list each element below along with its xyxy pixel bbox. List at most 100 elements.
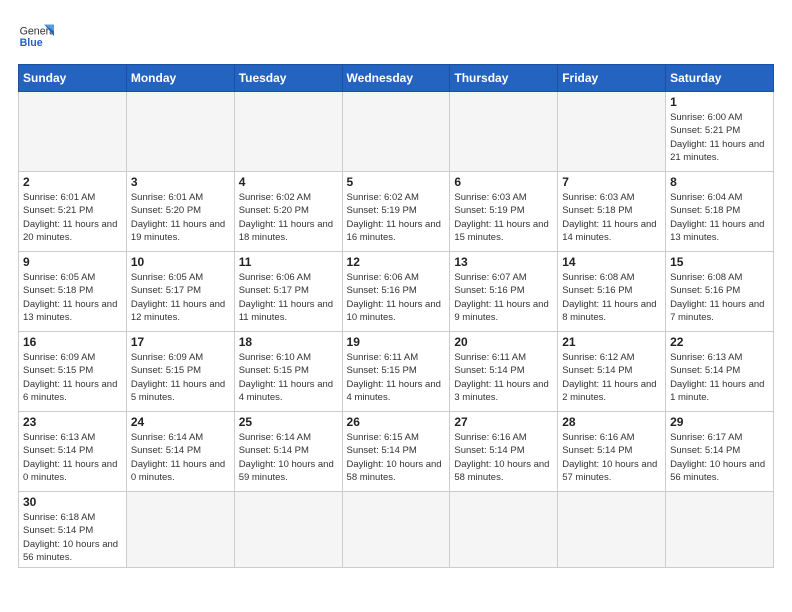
calendar-day-cell: 23 Sunrise: 6:13 AM Sunset: 5:14 PM Dayli… [19,412,127,492]
day-number: 24 [131,415,230,429]
day-number: 3 [131,175,230,189]
day-number: 17 [131,335,230,349]
day-info: Sunrise: 6:13 AM Sunset: 5:14 PM Dayligh… [670,351,769,404]
day-number: 12 [347,255,446,269]
day-number: 11 [239,255,338,269]
header: General Blue [18,18,774,54]
day-number: 30 [23,495,122,509]
day-number: 22 [670,335,769,349]
day-info: Sunrise: 6:15 AM Sunset: 5:14 PM Dayligh… [347,431,446,484]
calendar-day-cell [342,92,450,172]
weekday-header-friday: Friday [558,65,666,92]
calendar-week-row: 1 Sunrise: 6:00 AM Sunset: 5:21 PM Daylig… [19,92,774,172]
weekday-header-tuesday: Tuesday [234,65,342,92]
calendar-day-cell [666,492,774,568]
calendar-day-cell: 4Sunrise: 6:02 AM Sunset: 5:20 PM Daylig… [234,172,342,252]
day-number: 29 [670,415,769,429]
calendar-day-cell [450,492,558,568]
weekday-header-saturday: Saturday [666,65,774,92]
day-number: 1 [670,95,769,109]
calendar-day-cell: 14 Sunrise: 6:08 AM Sunset: 5:16 PM Dayli… [558,252,666,332]
day-info: Sunrise: 6:11 AM Sunset: 5:14 PM Dayligh… [454,351,553,404]
day-info: Sunrise: 6:07 AM Sunset: 5:16 PM Dayligh… [454,271,553,324]
day-number: 19 [347,335,446,349]
day-info: Sunrise: 6:03 AM Sunset: 5:18 PM Dayligh… [562,191,661,244]
calendar-day-cell: 3 Sunrise: 6:01 AM Sunset: 5:20 PM Daylig… [126,172,234,252]
calendar-day-cell: 27 Sunrise: 6:16 AM Sunset: 5:14 PM Dayli… [450,412,558,492]
calendar-day-cell [234,492,342,568]
day-info: Sunrise: 6:16 AM Sunset: 5:14 PM Dayligh… [562,431,661,484]
logo: General Blue [18,18,54,54]
day-info: Sunrise: 6:16 AM Sunset: 5:14 PM Dayligh… [454,431,553,484]
calendar-day-cell: 29 Sunrise: 6:17 AM Sunset: 5:14 PM Dayli… [666,412,774,492]
day-info: Sunrise: 6:08 AM Sunset: 5:16 PM Dayligh… [562,271,661,324]
day-info: Sunrise: 6:10 AM Sunset: 5:15 PM Dayligh… [239,351,338,404]
calendar-day-cell [126,492,234,568]
calendar-day-cell: 25Sunrise: 6:14 AM Sunset: 5:14 PM Dayli… [234,412,342,492]
calendar-day-cell [126,92,234,172]
calendar-day-cell: 9Sunrise: 6:05 AM Sunset: 5:18 PM Daylig… [19,252,127,332]
calendar-day-cell: 15 Sunrise: 6:08 AM Sunset: 5:16 PM Dayli… [666,252,774,332]
day-number: 16 [23,335,122,349]
calendar-day-cell: 2 Sunrise: 6:01 AM Sunset: 5:21 PM Daylig… [19,172,127,252]
day-number: 15 [670,255,769,269]
day-info: Sunrise: 6:14 AM Sunset: 5:14 PM Dayligh… [239,431,338,484]
calendar-header-row: SundayMondayTuesdayWednesdayThursdayFrid… [19,65,774,92]
day-number: 21 [562,335,661,349]
day-info: Sunrise: 6:17 AM Sunset: 5:14 PM Dayligh… [670,431,769,484]
calendar-day-cell: 6Sunrise: 6:03 AM Sunset: 5:19 PM Daylig… [450,172,558,252]
day-number: 9 [23,255,122,269]
weekday-header-thursday: Thursday [450,65,558,92]
calendar-day-cell: 13Sunrise: 6:07 AM Sunset: 5:16 PM Dayli… [450,252,558,332]
calendar-day-cell: 10 Sunrise: 6:05 AM Sunset: 5:17 PM Dayli… [126,252,234,332]
day-number: 27 [454,415,553,429]
day-number: 18 [239,335,338,349]
day-info: Sunrise: 6:05 AM Sunset: 5:17 PM Dayligh… [131,271,230,324]
page: General Blue SundayMondayTuesdayWednesda… [0,0,792,578]
day-info: Sunrise: 6:01 AM Sunset: 5:20 PM Dayligh… [131,191,230,244]
day-number: 7 [562,175,661,189]
calendar-week-row: 9Sunrise: 6:05 AM Sunset: 5:18 PM Daylig… [19,252,774,332]
calendar-week-row: 23 Sunrise: 6:13 AM Sunset: 5:14 PM Dayli… [19,412,774,492]
calendar-day-cell: 1 Sunrise: 6:00 AM Sunset: 5:21 PM Daylig… [666,92,774,172]
calendar-week-row: 16 Sunrise: 6:09 AM Sunset: 5:15 PM Dayli… [19,332,774,412]
calendar-day-cell: 26 Sunrise: 6:15 AM Sunset: 5:14 PM Dayli… [342,412,450,492]
day-info: Sunrise: 6:08 AM Sunset: 5:16 PM Dayligh… [670,271,769,324]
day-info: Sunrise: 6:01 AM Sunset: 5:21 PM Dayligh… [23,191,122,244]
calendar-day-cell: 20 Sunrise: 6:11 AM Sunset: 5:14 PM Dayli… [450,332,558,412]
calendar-week-row: 2 Sunrise: 6:01 AM Sunset: 5:21 PM Daylig… [19,172,774,252]
calendar-day-cell [558,492,666,568]
day-info: Sunrise: 6:09 AM Sunset: 5:15 PM Dayligh… [131,351,230,404]
day-number: 5 [347,175,446,189]
calendar-day-cell: 21 Sunrise: 6:12 AM Sunset: 5:14 PM Dayli… [558,332,666,412]
day-number: 14 [562,255,661,269]
day-number: 26 [347,415,446,429]
day-number: 28 [562,415,661,429]
svg-text:Blue: Blue [20,37,43,49]
day-info: Sunrise: 6:06 AM Sunset: 5:17 PM Dayligh… [239,271,338,324]
calendar-day-cell: 16 Sunrise: 6:09 AM Sunset: 5:15 PM Dayli… [19,332,127,412]
day-number: 23 [23,415,122,429]
day-info: Sunrise: 6:11 AM Sunset: 5:15 PM Dayligh… [347,351,446,404]
calendar-day-cell [450,92,558,172]
calendar-day-cell: 30Sunrise: 6:18 AM Sunset: 5:14 PM Dayli… [19,492,127,568]
calendar-week-row: 30Sunrise: 6:18 AM Sunset: 5:14 PM Dayli… [19,492,774,568]
day-info: Sunrise: 6:00 AM Sunset: 5:21 PM Dayligh… [670,111,769,164]
weekday-header-wednesday: Wednesday [342,65,450,92]
day-info: Sunrise: 6:03 AM Sunset: 5:19 PM Dayligh… [454,191,553,244]
calendar-day-cell: 8 Sunrise: 6:04 AM Sunset: 5:18 PM Daylig… [666,172,774,252]
day-number: 20 [454,335,553,349]
day-info: Sunrise: 6:04 AM Sunset: 5:18 PM Dayligh… [670,191,769,244]
calendar-day-cell: 5Sunrise: 6:02 AM Sunset: 5:19 PM Daylig… [342,172,450,252]
day-number: 10 [131,255,230,269]
calendar-day-cell: 19 Sunrise: 6:11 AM Sunset: 5:15 PM Dayli… [342,332,450,412]
day-info: Sunrise: 6:14 AM Sunset: 5:14 PM Dayligh… [131,431,230,484]
calendar-day-cell: 17 Sunrise: 6:09 AM Sunset: 5:15 PM Dayli… [126,332,234,412]
day-info: Sunrise: 6:12 AM Sunset: 5:14 PM Dayligh… [562,351,661,404]
day-number: 2 [23,175,122,189]
calendar-day-cell [342,492,450,568]
calendar-day-cell: 22 Sunrise: 6:13 AM Sunset: 5:14 PM Dayli… [666,332,774,412]
day-info: Sunrise: 6:13 AM Sunset: 5:14 PM Dayligh… [23,431,122,484]
day-info: Sunrise: 6:09 AM Sunset: 5:15 PM Dayligh… [23,351,122,404]
day-number: 8 [670,175,769,189]
